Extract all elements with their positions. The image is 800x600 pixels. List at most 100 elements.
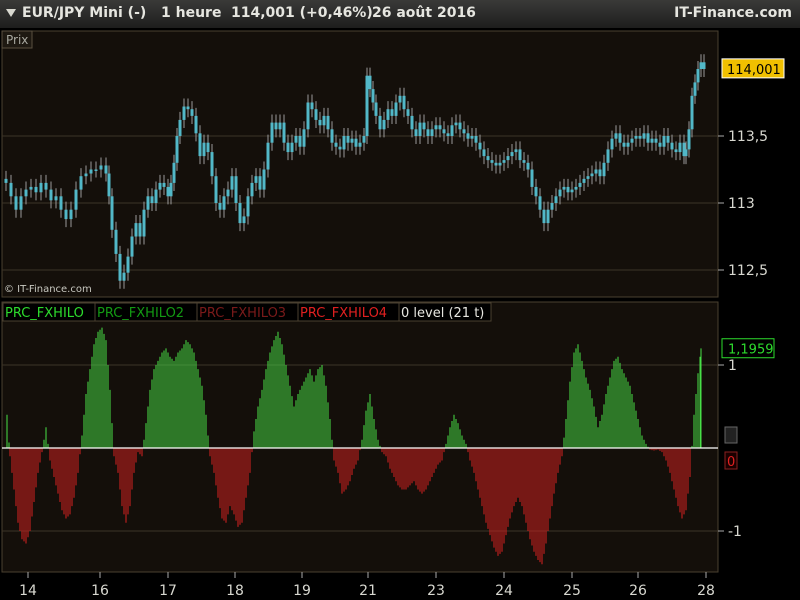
candle-body: [118, 253, 122, 281]
legend-prc-fxhilo[interactable]: PRC_FXHILO: [5, 306, 84, 321]
candle-body: [182, 106, 186, 120]
candle-body: [19, 196, 23, 210]
candle-body: [238, 203, 242, 224]
candle-body: [278, 122, 282, 130]
candle-body: [530, 169, 534, 187]
candle-body: [172, 162, 176, 183]
candle-body: [358, 142, 362, 147]
candle-body: [4, 178, 8, 183]
candle-body: [365, 75, 369, 136]
brand-label: IT-Finance.com: [674, 5, 792, 21]
candle-body: [696, 69, 700, 83]
time-tick-label: 23: [427, 583, 445, 599]
candle-body: [282, 122, 286, 143]
candle-body: [450, 125, 454, 136]
candle-body: [482, 149, 486, 157]
chart-area: Prix © IT-Finance.com 112,5 113 113,5 114,…: [0, 28, 800, 600]
candle-body: [470, 136, 474, 139]
candle-body: [658, 142, 662, 147]
candle-body: [322, 115, 326, 126]
candle-body: [49, 189, 53, 201]
candle-body: [306, 102, 310, 130]
candle-body: [498, 162, 502, 166]
candle-body: [502, 160, 506, 163]
candle-body: [130, 236, 134, 257]
candle-body: [59, 196, 63, 210]
candle-body: [646, 133, 650, 143]
candle-body: [330, 129, 334, 143]
indicator-last-value-label: 1,1959: [728, 343, 774, 358]
candle-body: [175, 136, 179, 163]
candle-body: [114, 229, 118, 254]
candle-body: [34, 186, 38, 193]
candle-body: [146, 196, 150, 210]
candle-body: [310, 102, 314, 110]
candle-body: [226, 189, 230, 197]
candle-body: [134, 223, 138, 237]
legend-prc-fxhilo2[interactable]: PRC_FXHILO2: [97, 306, 184, 321]
candle-body: [371, 89, 375, 103]
candle-body: [546, 209, 550, 224]
candle-body: [699, 62, 703, 69]
candle-body: [298, 136, 302, 147]
candle-body: [138, 223, 142, 237]
candle-body: [422, 122, 426, 130]
candle-body: [346, 136, 350, 143]
time-tick-label: 24: [495, 583, 513, 599]
candle-body: [438, 125, 442, 130]
indicator-legend: PRC_FXHILO PRC_FXHILO2 PRC_FXHILO3 PRC_F…: [2, 302, 492, 322]
candle-body: [398, 95, 402, 103]
time-tick-label: 18: [226, 583, 244, 599]
price-tick-label: 112,5: [728, 263, 768, 279]
candle-body: [662, 136, 666, 147]
timeframe-label[interactable]: 1 heure: [161, 5, 221, 21]
candle-body: [666, 136, 670, 143]
candle-body: [542, 209, 546, 224]
candle-body: [266, 142, 270, 170]
candle-body: [434, 125, 438, 130]
candle-body: [418, 122, 422, 136]
candle-body: [194, 115, 198, 134]
candle-body: [39, 182, 43, 193]
candle-body: [286, 142, 290, 153]
price-panel[interactable]: [1, 30, 719, 298]
legend-zero-level[interactable]: 0 level (21 t): [401, 306, 484, 321]
legend-prc-fxhilo4[interactable]: PRC_FXHILO4: [300, 306, 387, 321]
candle-body: [262, 169, 266, 190]
candle-body: [104, 165, 108, 174]
candle-body: [594, 169, 598, 174]
candle-body: [158, 182, 162, 190]
candle-body: [378, 115, 382, 130]
candle-body: [186, 106, 190, 110]
price-panel-label: Prix: [6, 33, 28, 47]
candle-body: [64, 209, 68, 220]
candle-body: [198, 133, 202, 157]
candle-body: [169, 182, 173, 197]
candle-body: [522, 160, 526, 163]
candle-body: [126, 256, 130, 273]
candle-body: [254, 176, 258, 183]
candle-body: [454, 122, 458, 126]
candle-body: [514, 149, 518, 153]
watermark: © IT-Finance.com: [4, 284, 92, 295]
candle-body: [258, 176, 262, 190]
candle-body: [89, 169, 93, 174]
candle-body: [314, 109, 318, 120]
indicator-tick-label: 1: [728, 358, 737, 374]
candle-body: [687, 129, 691, 150]
candle-body: [598, 169, 602, 177]
candle-body: [99, 165, 103, 170]
candle-body: [230, 176, 234, 190]
candle-body: [674, 149, 678, 153]
last-price-label: 114,001: [727, 63, 781, 78]
candle-body: [442, 129, 446, 134]
candle-body: [318, 119, 322, 126]
candle-body: [570, 189, 574, 193]
candle-body: [274, 122, 278, 130]
chevron-down-icon[interactable]: [6, 9, 16, 17]
candle-body: [622, 142, 626, 147]
legend-prc-fxhilo3[interactable]: PRC_FXHILO3: [199, 306, 286, 321]
candle-body: [29, 186, 33, 190]
candle-body: [84, 173, 88, 177]
candle-body: [74, 189, 78, 210]
